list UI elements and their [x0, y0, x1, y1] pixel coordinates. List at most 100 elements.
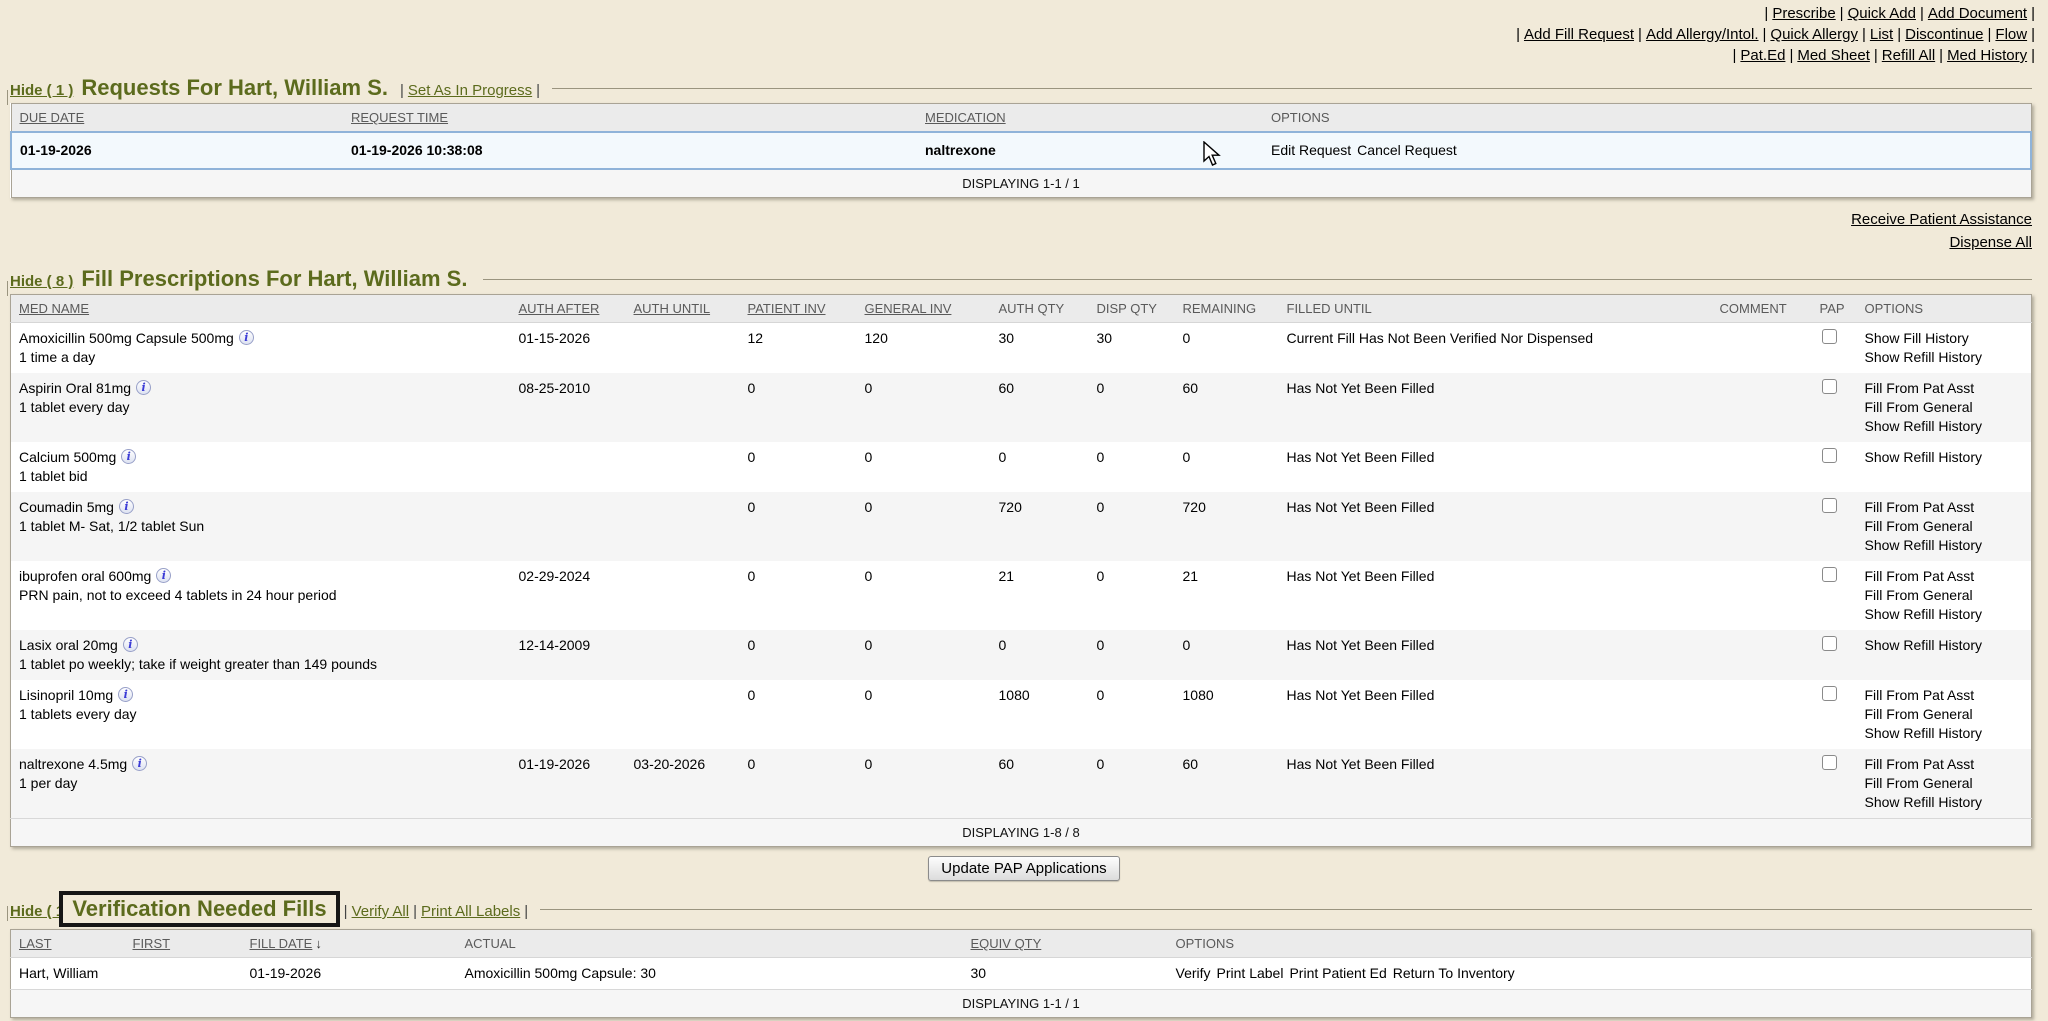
update-pap-applications-button[interactable]: Update PAP Applications — [928, 856, 1119, 881]
quick-allergy-link[interactable]: Quick Allergy — [1770, 26, 1858, 43]
med-history-link[interactable]: Med History — [1947, 47, 2027, 64]
add-allergy-intol-link[interactable]: Add Allergy/Intol. — [1646, 26, 1759, 43]
col-patient-inv[interactable]: PATIENT INV — [740, 295, 857, 323]
general-inv-cell: 120 — [857, 323, 991, 374]
med-sig: PRN pain, not to exceed 4 tablets in 24 … — [19, 586, 507, 605]
show-refill-history-link[interactable]: Show Refill History — [1865, 724, 2028, 743]
pap-checkbox[interactable] — [1822, 498, 1837, 513]
show-fill-history-link[interactable]: Show Fill History — [1865, 329, 2028, 348]
med-info-icon[interactable]: i — [118, 687, 133, 702]
pat-ed-link[interactable]: Pat.Ed — [1740, 47, 1785, 64]
filled-until-cell: Has Not Yet Been Filled — [1279, 442, 1712, 492]
show-refill-history-link[interactable]: Show Refill History — [1865, 348, 2028, 367]
auth-until-cell: 03-20-2026 — [626, 749, 740, 819]
auth-qty-cell: 60 — [991, 749, 1089, 819]
add-fill-request-link[interactable]: Add Fill Request — [1524, 26, 1634, 43]
col-label-actual: ACTUAL — [465, 936, 516, 951]
fill-from-general-link[interactable]: Fill From General — [1865, 398, 2028, 417]
col-equiv-qty[interactable]: EQUIV QTY — [963, 930, 1168, 958]
refill-all-link[interactable]: Refill All — [1882, 47, 1935, 64]
remaining-cell: 60 — [1175, 373, 1279, 442]
col-general-inv[interactable]: GENERAL INV — [857, 295, 991, 323]
med-sheet-link[interactable]: Med Sheet — [1797, 47, 1870, 64]
col-auth-until[interactable]: AUTH UNTIL — [626, 295, 740, 323]
auth-after-cell: 02-29-2024 — [511, 561, 626, 630]
med-info-icon[interactable]: i — [239, 330, 254, 345]
med-sig: 1 tablet bid — [19, 467, 507, 486]
fill-from-general-link[interactable]: Fill From General — [1865, 586, 2028, 605]
pap-checkbox[interactable] — [1822, 686, 1837, 701]
med-info-icon[interactable]: i — [136, 380, 151, 395]
return-to-inventory-link[interactable]: Return To Inventory — [1393, 965, 1515, 981]
col-comment: COMMENT — [1712, 295, 1812, 323]
pap-checkbox[interactable] — [1822, 329, 1837, 344]
med-name-line: Coumadin 5mgi — [19, 498, 507, 517]
print-label-link[interactable]: Print Label — [1217, 965, 1284, 981]
show-refill-history-link[interactable]: Show Refill History — [1865, 605, 2028, 624]
cancel-request-link[interactable]: Cancel Request — [1357, 142, 1457, 158]
requests-hide-link[interactable]: Hide ( 1 ) — [10, 82, 73, 99]
auth-after-cell: 12-14-2009 — [511, 630, 626, 680]
verify-all-link[interactable]: Verify All — [352, 903, 410, 920]
med-info-icon[interactable]: i — [121, 449, 136, 464]
receive-patient-assistance-link[interactable]: Receive Patient Assistance — [1851, 211, 2032, 228]
show-refill-history-link[interactable]: Show Refill History — [1865, 536, 2028, 555]
separator: | — [1988, 26, 1992, 43]
fill-from-pat-asst-link[interactable]: Fill From Pat Asst — [1865, 755, 2028, 774]
set-as-in-progress-link[interactable]: Set As In Progress — [408, 82, 532, 99]
show-refill-history-link[interactable]: Show Refill History — [1865, 793, 2028, 812]
med-info-icon[interactable]: i — [123, 637, 138, 652]
request-row[interactable]: 01-19-202601-19-2026 10:38:08naltrexoneE… — [11, 132, 2031, 169]
show-refill-history-link[interactable]: Show Refill History — [1865, 636, 2028, 655]
pap-checkbox[interactable] — [1822, 636, 1837, 651]
col-fill-date[interactable]: FILL DATE↓ — [242, 930, 457, 958]
remaining-cell: 60 — [1175, 749, 1279, 819]
pap-checkbox[interactable] — [1822, 755, 1837, 770]
col-request-time[interactable]: REQUEST TIME — [343, 104, 917, 133]
quick-add-link[interactable]: Quick Add — [1848, 5, 1916, 22]
edit-request-link[interactable]: Edit Request — [1271, 142, 1351, 158]
show-refill-history-link[interactable]: Show Refill History — [1865, 448, 2028, 467]
fill-from-pat-asst-link[interactable]: Fill From Pat Asst — [1865, 567, 2028, 586]
col-med-name[interactable]: MED NAME — [11, 295, 511, 323]
fills-section-title: Fill Prescriptions For Hart, William S. — [81, 266, 467, 292]
separator: | — [1764, 5, 1768, 22]
fill-from-general-link[interactable]: Fill From General — [1865, 705, 2028, 724]
page: { "colors": { "page_bg": "#f1ead9", "sec… — [0, 3, 2048, 1021]
verify-link[interactable]: Verify — [1176, 965, 1211, 981]
fill-from-general-link[interactable]: Fill From General — [1865, 774, 2028, 793]
pap-checkbox[interactable] — [1822, 448, 1837, 463]
fill-from-pat-asst-link[interactable]: Fill From Pat Asst — [1865, 379, 2028, 398]
dispense-all-link[interactable]: Dispense All — [1949, 234, 2032, 251]
list-link[interactable]: List — [1870, 26, 1893, 43]
fill-prescription-row: Amoxicillin 500mg Capsule 500mgi1 time a… — [11, 323, 2032, 374]
col-auth-after[interactable]: AUTH AFTER — [511, 295, 626, 323]
add-document-link[interactable]: Add Document — [1928, 5, 2027, 22]
col-medication[interactable]: MEDICATION — [917, 104, 1263, 133]
show-refill-history-link[interactable]: Show Refill History — [1865, 417, 2028, 436]
med-sig: 1 tablet po weekly; take if weight great… — [19, 655, 507, 674]
med-info-icon[interactable]: i — [132, 756, 147, 771]
separator: | — [400, 82, 404, 99]
discontinue-link[interactable]: Discontinue — [1905, 26, 1983, 43]
fill-from-pat-asst-link[interactable]: Fill From Pat Asst — [1865, 498, 2028, 517]
fill-from-pat-asst-link[interactable]: Fill From Pat Asst — [1865, 686, 2028, 705]
general-inv-cell: 0 — [857, 492, 991, 561]
pap-checkbox[interactable] — [1822, 567, 1837, 582]
col-due-date[interactable]: DUE DATE — [11, 104, 343, 133]
col-first[interactable]: FIRST — [125, 930, 242, 958]
print-patient-ed-link[interactable]: Print Patient Ed — [1289, 965, 1386, 981]
med-name-cell: Calcium 500mgi1 tablet bid — [11, 442, 511, 492]
prescribe-link[interactable]: Prescribe — [1772, 5, 1835, 22]
pap-checkbox[interactable] — [1822, 379, 1837, 394]
disp-qty-cell: 0 — [1089, 492, 1175, 561]
fill-from-general-link[interactable]: Fill From General — [1865, 517, 2028, 536]
verification-displaying: DISPLAYING 1-1 / 1 — [11, 990, 2032, 1018]
col-last[interactable]: LAST — [11, 930, 125, 958]
fills-hide-link[interactable]: Hide ( 8 ) — [10, 273, 73, 290]
med-info-icon[interactable]: i — [119, 499, 134, 514]
patient-inv-cell: 0 — [740, 442, 857, 492]
flow-link[interactable]: Flow — [1995, 26, 2027, 43]
med-info-icon[interactable]: i — [156, 568, 171, 583]
print-all-labels-link[interactable]: Print All Labels — [421, 903, 520, 920]
